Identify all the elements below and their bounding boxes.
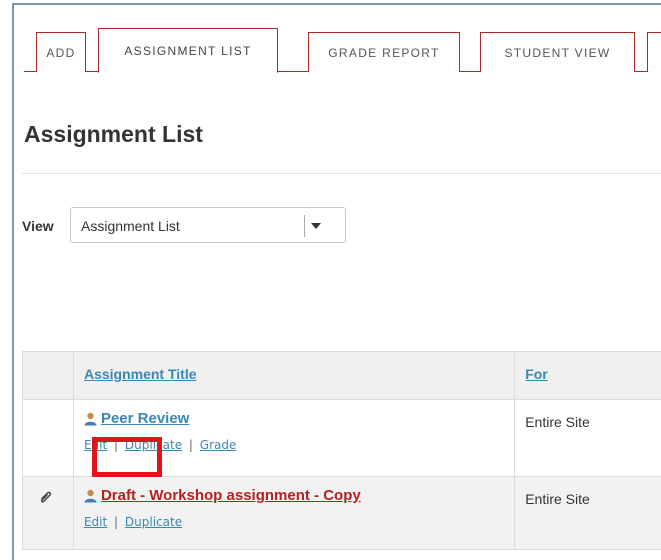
row-icon-cell <box>22 399 74 477</box>
view-select-divider <box>304 215 305 237</box>
row-title-cell: Peer Review Edit | Duplicate | Grade <box>72 399 516 477</box>
tab-add[interactable]: ADD <box>36 32 86 72</box>
row-for-cell: Entire Site <box>514 476 661 550</box>
assigned-for: Entire Site <box>525 414 590 430</box>
sort-by-title-link[interactable]: Assignment Title <box>84 366 197 382</box>
grade-link[interactable]: Grade <box>200 438 237 452</box>
header-for: For <box>514 351 661 400</box>
title-line: Peer Review <box>84 410 514 427</box>
row-for-cell: Entire Site <box>514 399 661 477</box>
tab-bar: ADD ASSIGNMENT LIST GRADE REPORT STUDENT… <box>24 20 661 73</box>
duplicate-link[interactable]: Duplicate <box>125 438 182 452</box>
assigned-for: Entire Site <box>525 491 590 507</box>
table-row: Draft - Workshop assignment - Copy Edit … <box>22 476 661 550</box>
separator: | <box>114 438 119 452</box>
separator: | <box>188 438 193 452</box>
paperclip-icon <box>40 491 52 503</box>
tab-student-view[interactable]: STUDENT VIEW <box>480 32 635 72</box>
header-assignment-title: Assignment Title <box>72 351 516 400</box>
header-icon-column <box>22 351 74 400</box>
tab-overflow[interactable] <box>647 32 661 72</box>
chevron-down-icon[interactable] <box>311 223 321 229</box>
assignment-title-link[interactable]: Peer Review <box>101 410 189 427</box>
assignment-title-link[interactable]: Draft - Workshop assignment - Copy <box>101 487 361 504</box>
view-select-value: Assignment List <box>81 218 180 234</box>
row-title-cell: Draft - Workshop assignment - Copy Edit … <box>72 476 516 550</box>
tab-grade-report[interactable]: GRADE REPORT <box>308 32 460 72</box>
assignment-table: Assignment Title For Peer Review Edit | … <box>22 351 661 550</box>
view-label: View <box>22 218 54 234</box>
table-header-row: Assignment Title For <box>22 351 661 400</box>
row-actions: Edit | Duplicate | Grade <box>84 438 514 452</box>
edit-link[interactable]: Edit <box>84 438 107 452</box>
row-actions: Edit | Duplicate <box>84 515 514 529</box>
view-select[interactable]: Assignment List <box>70 207 346 243</box>
separator: | <box>114 515 119 529</box>
sort-by-for-link[interactable]: For <box>525 366 548 382</box>
edit-link[interactable]: Edit <box>84 515 107 529</box>
row-icon-cell <box>22 476 74 550</box>
title-line: Draft - Workshop assignment - Copy <box>84 487 514 504</box>
person-icon <box>84 489 97 502</box>
person-icon <box>84 412 97 425</box>
table-row: Peer Review Edit | Duplicate | Grade Ent… <box>22 399 661 477</box>
tab-assignment-list[interactable]: ASSIGNMENT LIST <box>98 28 278 73</box>
duplicate-link[interactable]: Duplicate <box>125 515 182 529</box>
page-title: Assignment List <box>24 121 203 147</box>
title-divider <box>22 173 661 174</box>
